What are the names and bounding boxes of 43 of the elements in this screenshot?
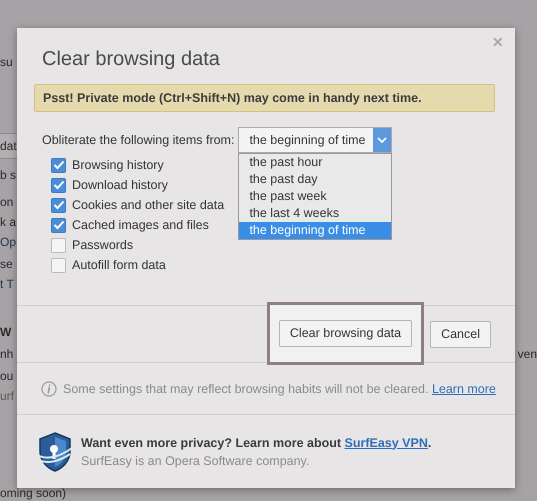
surfeasy-link[interactable]: SurfEasy VPN	[344, 436, 428, 450]
page-text: W	[0, 324, 12, 341]
shield-icon	[37, 432, 73, 472]
checkbox-label: Cached images and files	[72, 218, 209, 232]
page-text: se	[0, 256, 13, 273]
checkbox-label: Autofill form data	[72, 258, 166, 272]
page-text: on	[0, 194, 14, 211]
checkbox[interactable]	[51, 238, 66, 252]
dialog-title: Clear browsing data	[42, 48, 220, 71]
page-text: k a	[0, 214, 16, 231]
chevron-down-icon	[377, 136, 388, 144]
checkbox-label: Passwords	[72, 238, 134, 252]
checkbox[interactable]	[51, 258, 66, 272]
checkbox-label: Browsing history	[72, 158, 164, 172]
notice-banner: Psst! Private mode (Ctrl+Shift+N) may come in handy next time.	[34, 84, 495, 112]
range-label: Obliterate the following items from:	[42, 133, 234, 147]
info-icon	[41, 380, 57, 396]
cancel-button[interactable]: Cancel	[430, 320, 491, 348]
page-text: oming soon)	[0, 485, 66, 501]
clear-button[interactable]: Clear browsing data	[278, 320, 412, 346]
page-text: Op	[0, 234, 16, 251]
dropdown-option[interactable]: the last 4 weeks	[239, 205, 392, 222]
checkbox-label: Download history	[72, 178, 168, 192]
page-text: su	[0, 54, 13, 71]
page-text: ou	[0, 368, 14, 385]
dropdown-option[interactable]: the past hour	[239, 154, 392, 171]
dropdown-option[interactable]: the past week	[239, 188, 392, 205]
page-text: t T	[0, 276, 14, 293]
time-range-dropdown[interactable]: the beginning of time	[238, 127, 392, 153]
checkbox-label: Cookies and other site data	[72, 198, 224, 212]
learn-more-link[interactable]: Learn more	[432, 382, 496, 396]
checkbox[interactable]	[51, 178, 66, 192]
checkbox[interactable]	[51, 158, 66, 172]
checkbox[interactable]	[51, 198, 66, 212]
checkbox[interactable]	[51, 218, 66, 232]
promo-subtext: SurfEasy is an Opera Software company.	[81, 454, 310, 468]
dropdown-option[interactable]: the past day	[239, 171, 392, 188]
page-text: nh	[0, 346, 14, 363]
promo-text: Want even more privacy? Learn more about SurfEasy VPN.	[81, 436, 432, 450]
page-text: urf	[0, 388, 14, 405]
page-text: b s	[0, 167, 16, 184]
page-text: ven	[518, 346, 537, 363]
info-text: Some settings that may reflect browsing habits will not be cleared. Learn more	[63, 382, 496, 396]
